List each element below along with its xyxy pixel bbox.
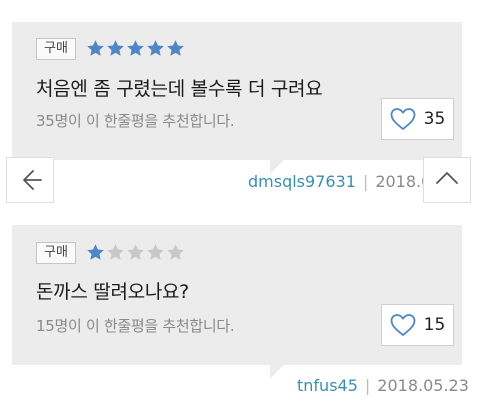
author-name[interactable]: dmsqls97631: [248, 172, 356, 191]
review-date: 2018.05.23: [377, 376, 469, 395]
star-icon: [86, 39, 105, 58]
review-meta: tnfus45 | 2018.05.23: [297, 376, 469, 395]
like-count: 15: [423, 315, 446, 335]
recommend-count-text: 35명이 이 한줄평을 추천합니다.: [36, 112, 235, 130]
scroll-top-button[interactable]: [423, 157, 471, 203]
review-text: 돈까스 딸려오나요?: [36, 281, 189, 303]
star-icon: [146, 39, 165, 58]
star-icon: [146, 243, 165, 262]
heart-icon: [390, 107, 416, 131]
star-icon: [166, 39, 185, 58]
star-icon: [126, 243, 145, 262]
star-icon: [106, 39, 125, 58]
purchase-badge: 구매: [36, 242, 76, 264]
author-name[interactable]: tnfus45: [297, 376, 358, 395]
heart-icon: [390, 313, 416, 337]
review-text: 처음엔 좀 구렸는데 볼수록 더 구려요: [36, 78, 323, 100]
star-icon: [166, 243, 185, 262]
star-rating: [86, 39, 185, 58]
speech-tail: [270, 365, 284, 379]
recommend-count-text: 15명이 이 한줄평을 추천합니다.: [36, 317, 235, 335]
meta-separator: |: [362, 172, 369, 191]
meta-separator: |: [364, 376, 371, 395]
like-button[interactable]: 35: [381, 98, 454, 140]
arrow-up-icon: [434, 167, 460, 193]
purchase-badge: 구매: [36, 38, 76, 60]
like-count: 35: [423, 109, 446, 129]
star-icon: [126, 39, 145, 58]
review-card: 구매 돈까스 딸려오나요? 15명이 이 한줄평을 추천합니다. 15: [12, 225, 462, 379]
star-icon: [86, 243, 105, 262]
review-card: 구매 처음엔 좀 구렸는데 볼수록 더 구려요 35명이 이 한줄평을 추천합니…: [12, 22, 462, 174]
back-button[interactable]: [6, 157, 54, 203]
arrow-left-icon: [17, 167, 43, 193]
review-meta: dmsqls97631 | 2018.0: [248, 172, 431, 191]
star-rating: [86, 243, 185, 262]
like-button[interactable]: 15: [381, 304, 454, 346]
star-icon: [106, 243, 125, 262]
